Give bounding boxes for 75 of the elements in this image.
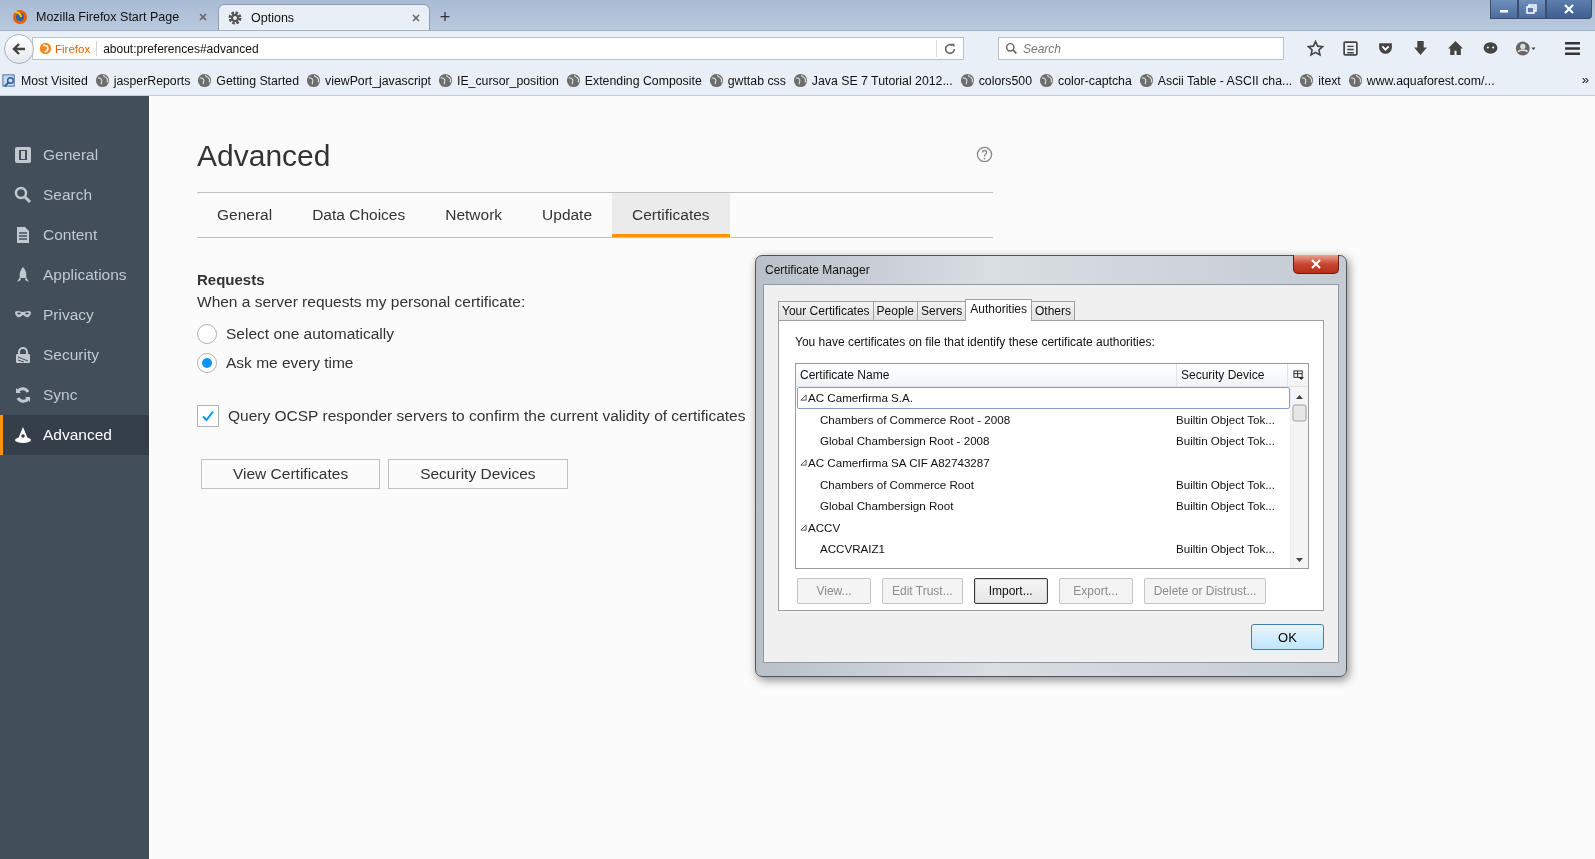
- security-device-text: Builtin Object Tok...: [1176, 542, 1276, 556]
- section-tab[interactable]: Network: [425, 193, 523, 237]
- tree-row[interactable]: Global Chambersign Root Builtin Object Tok...: [797, 494, 1290, 517]
- sidebar-item[interactable]: Security: [0, 335, 149, 375]
- browser-tab[interactable]: Options: [218, 4, 430, 30]
- dialog-tab[interactable]: Your Certificates: [778, 301, 874, 320]
- sidebar-item[interactable]: Privacy: [0, 295, 149, 335]
- search-placeholder: Search: [1023, 41, 1062, 56]
- bookmark-link[interactable]: gwttab css: [727, 73, 786, 88]
- identity-label: Firefox: [55, 42, 91, 55]
- description-text: You have certificates on file that identify these certificate authorities:: [795, 335, 1155, 349]
- bookmark-link[interactable]: itext: [1318, 73, 1341, 88]
- new-tab-button[interactable]: +: [432, 4, 458, 30]
- sidebar-item[interactable]: Sync: [0, 375, 149, 415]
- browser-tab[interactable]: Mozilla Firefox Start Page: [4, 4, 216, 30]
- dialog-tab[interactable]: Servers: [917, 301, 967, 320]
- bookmark-link[interactable]: color-captcha: [1058, 73, 1132, 88]
- security-device-text: Builtin Object Tok...: [1176, 434, 1276, 448]
- bookmark-link[interactable]: Ascii Table - ASCII cha...: [1157, 73, 1293, 88]
- tree-row[interactable]: ACCV: [797, 516, 1290, 539]
- certificate-name: ACCV: [808, 520, 841, 534]
- sidebar-item[interactable]: Advanced: [0, 415, 149, 455]
- tree-row[interactable]: Global Chambersign Root - 2008 Builtin Object Tok...: [797, 430, 1290, 452]
- radio-label: Ask me every time: [226, 353, 354, 372]
- certificate-name: ACCVRAIZ1: [820, 542, 886, 556]
- bookmark-link[interactable]: viewPort_javascript: [325, 73, 431, 88]
- action-button[interactable]: View Certificates: [201, 459, 381, 489]
- action-button[interactable]: Security Devices: [388, 459, 568, 489]
- bookmark-link[interactable]: Java SE 7 Tutorial 2012...: [811, 73, 953, 88]
- dialog-tab[interactable]: People: [872, 301, 918, 320]
- certificate-name: Global Chambersign Root: [820, 499, 954, 513]
- page-title: Advanced: [197, 139, 331, 173]
- column-header[interactable]: Certificate Name: [796, 364, 1177, 386]
- section-tab[interactable]: Data Choices: [292, 193, 426, 237]
- tree-row[interactable]: Chambers of Commerce Root Builtin Object Tok...: [797, 473, 1290, 495]
- section-tab[interactable]: Update: [522, 193, 613, 237]
- certificate-name: Chambers of Commerce Root: [820, 477, 974, 491]
- security-device-text: Builtin Object Tok...: [1176, 412, 1276, 426]
- bookmark-link[interactable]: IE_cursor_position: [457, 73, 559, 88]
- bookmark-link[interactable]: Getting Started: [216, 73, 300, 88]
- dialog-tab[interactable]: Authorities: [965, 299, 1033, 321]
- bookmark-link[interactable]: Most Visited: [21, 73, 88, 88]
- section-tab[interactable]: Certificates: [612, 193, 730, 237]
- radio-label: Select one automatically: [226, 324, 394, 343]
- certificate-name: AC Camerfirma S.A.: [808, 391, 913, 405]
- address-bar[interactable]: Firefox about:preferences#advanced: [32, 37, 964, 60]
- tree-row[interactable]: ACCVRAIZ1 Builtin Object Tok...: [797, 538, 1290, 560]
- sidebar-item[interactable]: Search: [0, 175, 149, 215]
- section-heading: Requests: [197, 271, 265, 288]
- ok-button[interactable]: OK: [1251, 624, 1324, 650]
- bookmark-link[interactable]: Extending Composite: [584, 73, 702, 88]
- dialog-button[interactable]: Import...: [973, 578, 1048, 604]
- tree-row[interactable]: AC Camerfirma S.A.: [797, 387, 1290, 409]
- sidebar-item[interactable]: General: [0, 135, 149, 175]
- url-text: about:preferences#advanced: [102, 41, 260, 56]
- certificate-name: AC Camerfirma SA CIF A82743287: [808, 456, 990, 470]
- search-field[interactable]: Search: [998, 37, 1284, 60]
- tree-row[interactable]: AC Camerfirma SA CIF A82743287: [797, 451, 1290, 474]
- tree-row[interactable]: Chambers of Commerce Root - 2008 Builtin Object Tok...: [797, 408, 1290, 431]
- column-header[interactable]: Security Device: [1177, 364, 1288, 386]
- security-device-text: Builtin Object Tok...: [1176, 499, 1276, 513]
- certificate-name: Chambers of Commerce Root - 2008: [820, 412, 1011, 426]
- dialog-tab[interactable]: Others: [1031, 301, 1076, 320]
- sidebar-item[interactable]: Applications: [0, 255, 149, 295]
- bookmark-link[interactable]: colors500: [978, 73, 1032, 88]
- security-device-text: Builtin Object Tok...: [1176, 477, 1276, 491]
- bookmarks-overflow-button[interactable]: »: [1581, 72, 1589, 87]
- dialog-title: Certificate Manager: [765, 263, 870, 277]
- section-tab[interactable]: General: [197, 193, 293, 237]
- prompt-text: When a server requests my personal certificate:: [197, 293, 526, 311]
- certificate-name: Global Chambersign Root - 2008: [820, 434, 990, 448]
- bookmark-link[interactable]: jasperReports: [113, 73, 191, 88]
- sidebar-item[interactable]: Content: [0, 215, 149, 255]
- checkbox-label: Query OCSP responder servers to confirm the current validity of certificates: [228, 407, 746, 425]
- bookmark-link[interactable]: www.aquaforest.com/...: [1366, 73, 1495, 88]
